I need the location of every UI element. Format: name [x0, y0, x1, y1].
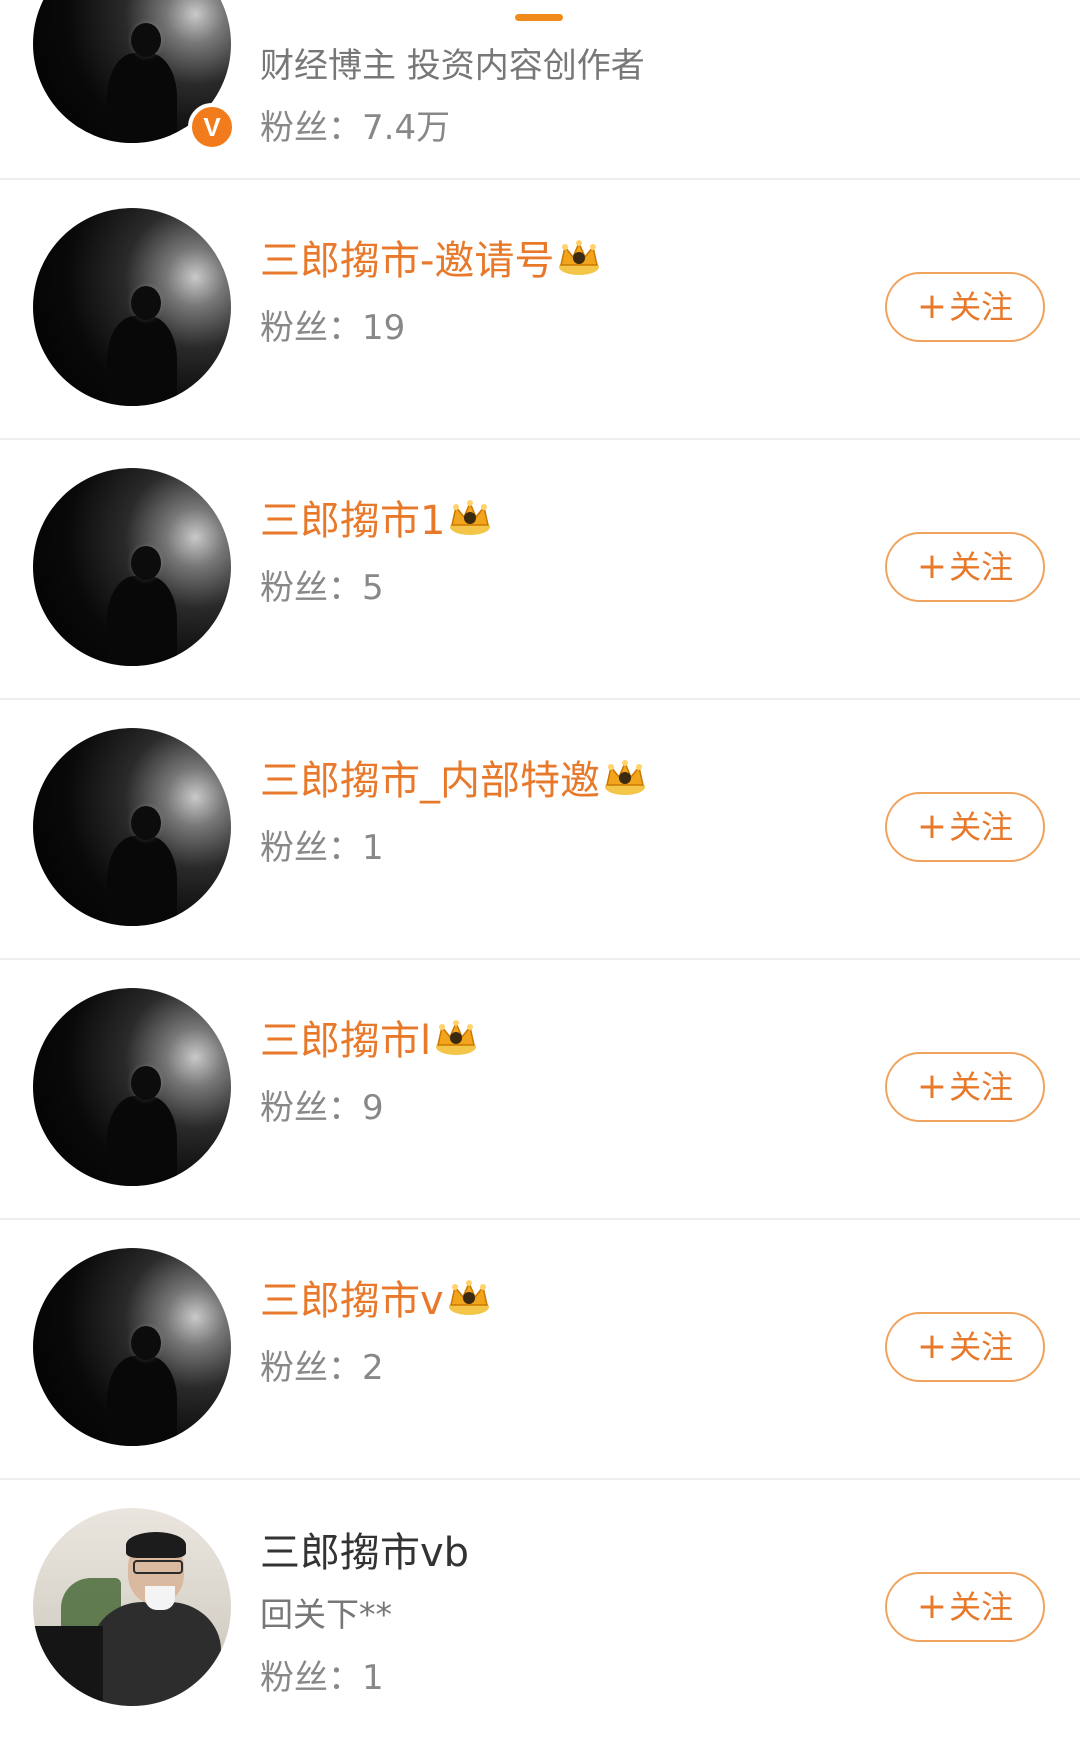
account-fans: 粉丝：9 [260, 1088, 384, 1128]
account-row[interactable]: 三郎搊市1 粉丝：5 +关注 [0, 440, 1080, 700]
follow-label: 关注 [949, 808, 1014, 846]
account-name: 三郎搊市-邀请号 [260, 238, 555, 284]
crown-icon [605, 760, 645, 795]
follow-label: 关注 [949, 548, 1014, 586]
account-name: 三郎搊市1 [260, 498, 446, 544]
follow-button[interactable]: +关注 [885, 1312, 1045, 1382]
follow-label: 关注 [949, 1588, 1014, 1626]
plus-icon: + [916, 546, 948, 587]
account-fans: 粉丝：5 [260, 568, 384, 608]
account-row[interactable]: 三郎搊市v 粉丝：2 +关注 [0, 1220, 1080, 1480]
follow-label: 关注 [949, 288, 1014, 326]
avatar[interactable] [33, 1248, 231, 1446]
plus-icon: + [916, 1326, 948, 1367]
account-row[interactable]: 三郎搊市l 粉丝：9 +关注 [0, 960, 1080, 1220]
account-row-top[interactable]: V 财经博主 投资内容创作者 粉丝：7.4万 [0, 0, 1080, 180]
plus-icon: + [916, 1066, 948, 1107]
account-fans: 粉丝：7.4万 [260, 108, 451, 148]
avatar[interactable] [33, 1508, 231, 1706]
account-name-row[interactable]: 三郎搊市-邀请号 [260, 228, 602, 286]
crown-icon [450, 500, 491, 535]
crown-icon [436, 1020, 477, 1055]
avatar[interactable] [33, 208, 231, 406]
crown-icon [448, 1280, 489, 1315]
follow-button[interactable]: +关注 [885, 272, 1045, 342]
account-fans: 粉丝：2 [260, 1348, 384, 1388]
avatar[interactable] [33, 988, 231, 1186]
account-row[interactable]: 三郎搊市_内部特邀 粉丝：1 +关注 [0, 700, 1080, 960]
follow-button[interactable]: +关注 [885, 532, 1045, 602]
account-name: 三郎搊市_内部特邀 [260, 758, 600, 804]
follow-label: 关注 [949, 1328, 1014, 1366]
account-bio: 财经博主 投资内容创作者 [260, 46, 645, 86]
account-name-row[interactable]: 三郎搊市v [260, 1268, 492, 1326]
follow-button[interactable]: +关注 [885, 1572, 1045, 1642]
account-fans: 粉丝：1 [260, 1658, 384, 1698]
account-name: 三郎搊市v [260, 1278, 444, 1324]
avatar[interactable] [33, 468, 231, 666]
plus-icon: + [916, 806, 948, 847]
account-name-row[interactable]: 三郎搊市_内部特邀 [260, 748, 648, 806]
account-desc: 回关下** [260, 1595, 392, 1634]
account-row[interactable]: 三郎搊市-邀请号 粉丝：19 +关注 [0, 180, 1080, 440]
follow-label: 关注 [949, 1068, 1014, 1106]
account-name-row[interactable]: 三郎搊市1 [260, 488, 493, 546]
verified-badge-icon: V [188, 103, 236, 151]
follow-button[interactable]: +关注 [885, 1052, 1045, 1122]
plus-icon: + [916, 1586, 948, 1627]
account-name: 三郎搊市l [260, 1018, 432, 1064]
account-fans: 粉丝：19 [260, 308, 406, 348]
account-name: 三郎搊市vb [260, 1530, 470, 1576]
crown-icon [559, 240, 600, 275]
avatar[interactable] [33, 728, 231, 926]
account-name-row[interactable]: 三郎搊市vb [260, 1520, 469, 1578]
account-name-row[interactable]: 三郎搊市l [260, 1008, 479, 1066]
account-fans: 粉丝：1 [260, 828, 384, 868]
plus-icon: + [916, 286, 948, 327]
follow-button[interactable]: +关注 [885, 792, 1045, 862]
account-row[interactable]: 三郎搊市vb 回关下** 粉丝：1 +关注 [0, 1480, 1080, 1751]
